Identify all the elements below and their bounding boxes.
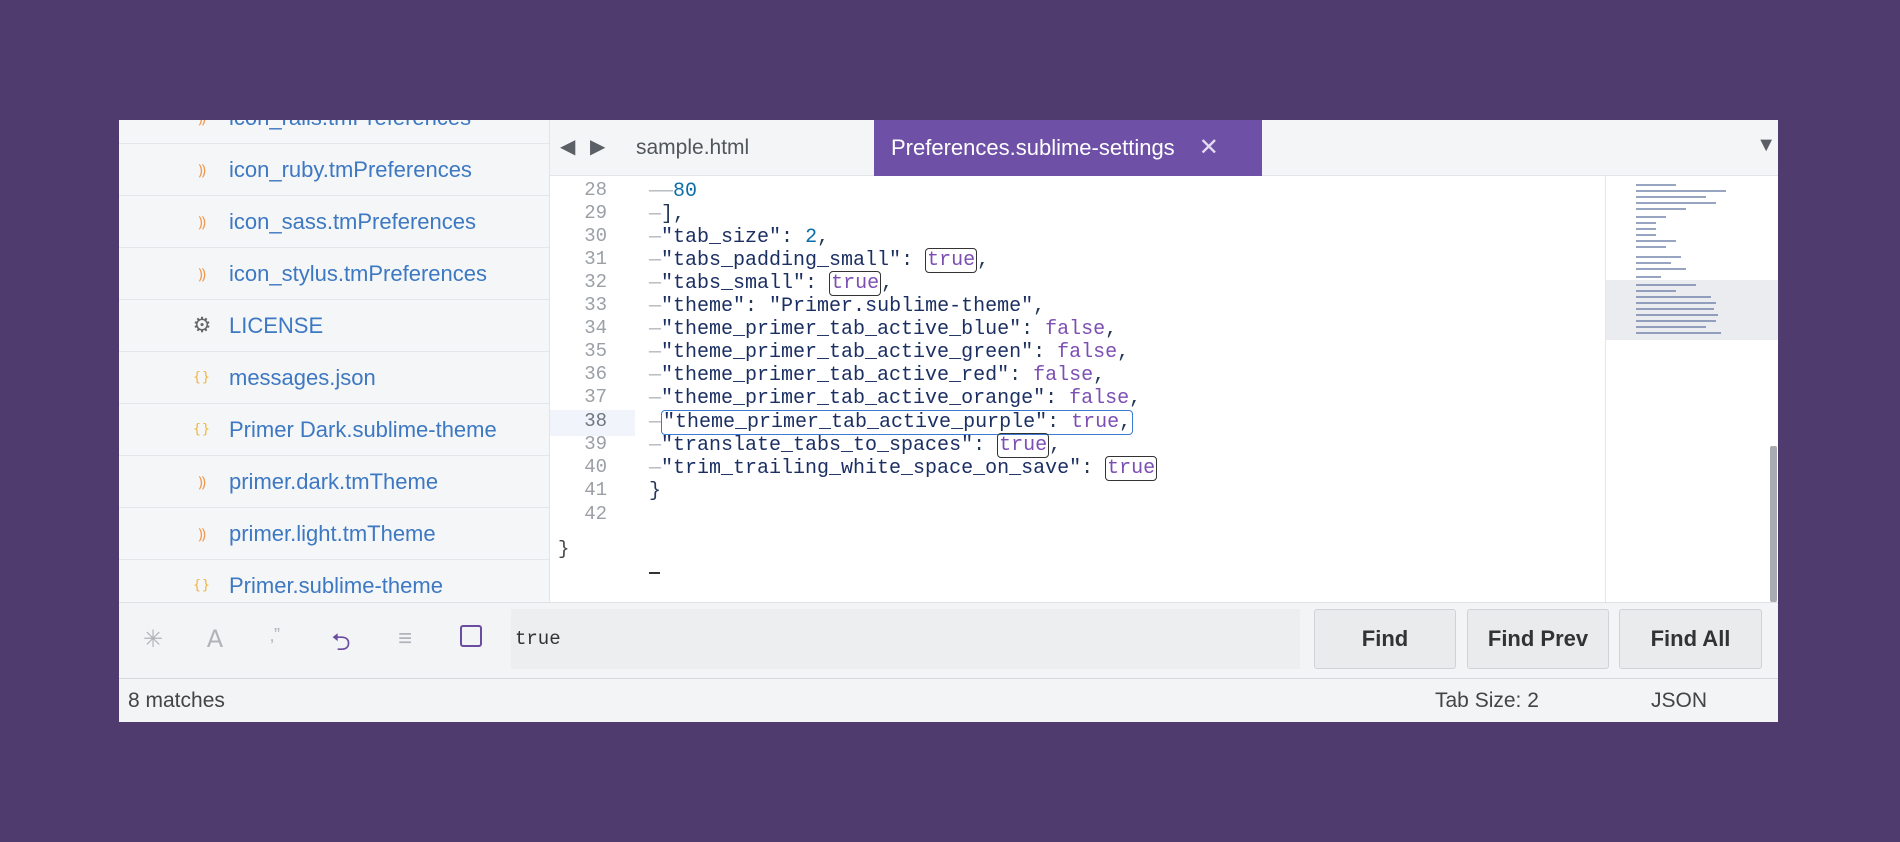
selection-icon[interactable]: ≡ — [391, 625, 419, 653]
wrap-icon[interactable]: ⮌ — [327, 625, 355, 666]
rss-icon: ⸩ — [198, 161, 206, 179]
sidebar-item-label: primer.dark.tmTheme — [229, 468, 439, 494]
rss-icon: ⸩ — [198, 213, 206, 231]
find-all-button[interactable]: Find All — [1619, 609, 1762, 669]
find-panel: ✳ A ‚” ⮌ ≡ Find Find Prev Find All — [119, 602, 1778, 679]
line-number: 37 — [584, 386, 607, 408]
code-line: —"trim_trailing_white_space_on_save": tr… — [649, 456, 1158, 481]
search-match: true — [925, 248, 978, 273]
minimap[interactable] — [1605, 176, 1778, 602]
sidebar-item-icon-sass[interactable]: ⸩ icon_sass.tmPreferences — [119, 196, 549, 248]
braces-icon: {} — [193, 422, 211, 437]
status-bar: 8 matches Tab Size: 2 JSON — [119, 678, 1778, 722]
sidebar-item-icon-ruby[interactable]: ⸩ icon_ruby.tmPreferences — [119, 144, 549, 196]
match-count: 8 matches — [128, 689, 225, 712]
arrow-right-icon[interactable]: ▶ — [590, 134, 605, 159]
sidebar-item-icon-rails[interactable]: ⸩ icon_rails.tmPreferences — [119, 120, 549, 144]
current-match-selection: "theme_primer_tab_active_purple": true, — [661, 410, 1134, 435]
editor-window: ⸩ icon_rails.tmPreferences ⸩ icon_ruby.t… — [119, 120, 1778, 722]
sidebar-item-messages-json[interactable]: {} messages.json — [119, 352, 549, 404]
arrow-left-icon[interactable]: ◀ — [560, 134, 575, 159]
syntax-indicator[interactable]: JSON — [1651, 689, 1707, 713]
line-number: 42 — [584, 503, 607, 525]
sidebar-item-primer-dark-theme[interactable]: {} Primer Dark.sublime-theme — [119, 404, 549, 456]
sidebar-item-primer-dark-tmtheme[interactable]: ⸩ primer.dark.tmTheme — [119, 456, 549, 508]
cursor — [649, 572, 660, 574]
scrollbar[interactable] — [1770, 446, 1777, 602]
minimap-viewport[interactable] — [1606, 280, 1778, 340]
sidebar-item-label: Primer Dark.sublime-theme — [229, 416, 497, 442]
tab-bar: ◀ ▶ sample.html Preferences.sublime-sett… — [550, 120, 1778, 176]
search-match: true — [997, 433, 1050, 458]
file-tree: ⸩ icon_rails.tmPreferences ⸩ icon_ruby.t… — [119, 120, 549, 602]
sidebar-item-label: icon_ruby.tmPreferences — [229, 156, 472, 182]
asterisk-icon[interactable]: ✳ — [139, 625, 167, 654]
search-match: true — [1105, 456, 1158, 481]
rss-icon: ⸩ — [198, 525, 206, 543]
sidebar-item-primer-theme[interactable]: {} Primer.sublime-theme — [119, 560, 549, 602]
sidebar-item-label: icon_sass.tmPreferences — [229, 208, 476, 234]
tab-label: Preferences.sublime-settings — [891, 135, 1175, 160]
code-line: —"theme_primer_tab_active_orange": false… — [649, 387, 1142, 410]
whole-word-icon[interactable]: ‚” — [261, 625, 289, 646]
sidebar-item-label: Primer.sublime-theme — [229, 572, 443, 598]
tab-sample-html[interactable]: sample.html — [632, 120, 868, 175]
rss-icon: ⸩ — [198, 473, 206, 491]
rss-icon: ⸩ — [191, 120, 213, 128]
sidebar-item-label: messages.json — [229, 364, 376, 390]
sidebar-item-label: primer.light.tmTheme — [229, 520, 436, 546]
find-prev-button[interactable]: Find Prev — [1467, 609, 1609, 669]
find-button[interactable]: Find — [1314, 609, 1456, 669]
gear-icon: ⚙ — [192, 314, 212, 337]
braces-icon: {} — [193, 370, 211, 385]
code-editor[interactable]: 28 29 30 31 32 33 34 35 36 37 38 39 40 4… — [550, 176, 1778, 602]
close-icon[interactable]: ✕ — [1199, 136, 1219, 160]
code-line: } — [649, 480, 662, 503]
sidebar-item-label: icon_rails.tmPreferences — [229, 120, 471, 131]
sidebar-item-icon-stylus[interactable]: ⸩ icon_stylus.tmPreferences — [119, 248, 549, 300]
sidebar-item-label: icon_stylus.tmPreferences — [229, 260, 487, 286]
sidebar-item-license[interactable]: ⚙ LICENSE — [119, 300, 549, 352]
tab-preferences-settings[interactable]: Preferences.sublime-settings ✕ — [874, 120, 1262, 176]
tab-size-indicator[interactable]: Tab Size: 2 — [1435, 689, 1539, 713]
braces-icon: {} — [193, 578, 211, 593]
sidebar: ⸩ icon_rails.tmPreferences ⸩ icon_ruby.t… — [119, 120, 550, 602]
search-match: true — [829, 271, 882, 296]
sidebar-item-primer-light-tmtheme[interactable]: ⸩ primer.light.tmTheme — [119, 508, 549, 560]
tab-dropdown-icon[interactable]: ▼ — [1756, 134, 1776, 157]
sidebar-item-label: LICENSE — [229, 312, 324, 338]
rss-icon: ⸩ — [198, 265, 206, 283]
tab-label: sample.html — [636, 135, 750, 159]
fold-marker[interactable]: } — [558, 538, 569, 560]
case-sensitive-icon[interactable]: A — [201, 625, 229, 653]
line-number: 41 — [584, 479, 607, 501]
find-input[interactable] — [511, 609, 1300, 669]
highlight-matches-icon[interactable] — [457, 625, 485, 654]
